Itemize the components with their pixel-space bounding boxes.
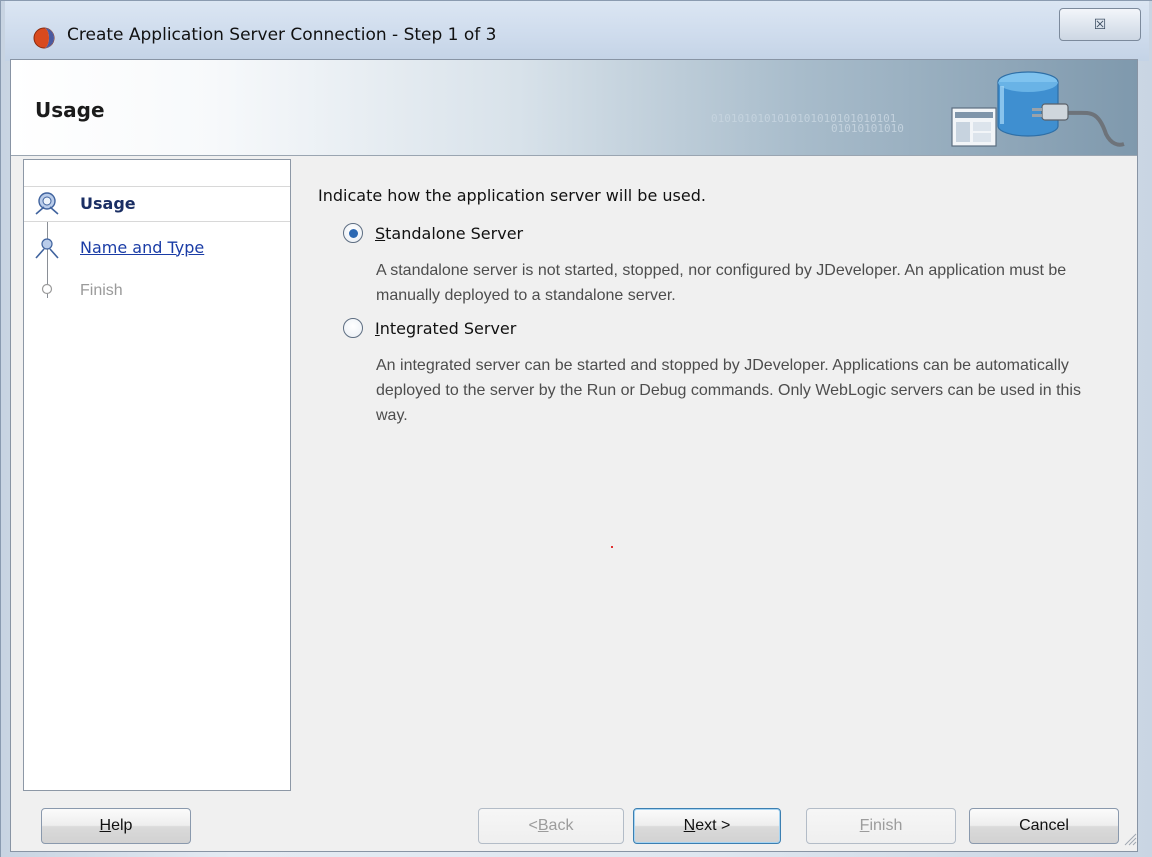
next-button[interactable]: Next >: [633, 808, 781, 844]
dialog-client-area: Usage 0101010101010101010101010101 01010…: [10, 59, 1138, 852]
title-bar[interactable]: Create Application Server Connection - S…: [5, 1, 1149, 61]
integrated-server-option[interactable]: Integrated Server: [343, 318, 516, 338]
nav-item-label: Name and Type: [80, 237, 205, 257]
standalone-server-option[interactable]: Standalone Server: [343, 223, 523, 243]
banner-binary-decoration-2: 01010101010: [831, 122, 904, 135]
standalone-server-label[interactable]: Standalone Server: [375, 224, 523, 243]
window-title: Create Application Server Connection - S…: [67, 25, 497, 45]
integrated-server-radio[interactable]: [343, 318, 363, 338]
wizard-step-navigator: Usage Name and Type Finish: [23, 159, 291, 791]
nav-item-finish: Finish: [34, 274, 290, 308]
standalone-server-description: A standalone server is not started, stop…: [376, 262, 1067, 304]
usage-prompt: Indicate how the application server will…: [318, 186, 706, 205]
close-icon: ☒: [1093, 16, 1107, 32]
wizard-content-panel: Indicate how the application server will…: [291, 159, 1137, 791]
stray-pixel: [611, 546, 613, 548]
nav-item-name-and-type[interactable]: Name and Type: [34, 230, 290, 264]
dialog-window: Create Application Server Connection - S…: [0, 0, 1152, 857]
step-link-icon: [35, 238, 59, 259]
nav-item-label: Finish: [80, 282, 123, 299]
close-button[interactable]: ☒: [1059, 8, 1141, 41]
integrated-server-description: An integrated server can be started and …: [376, 357, 1081, 424]
server-connection-icon: [951, 71, 1125, 147]
radio-selected-dot: [348, 228, 358, 238]
resize-grip-icon[interactable]: [1121, 830, 1137, 846]
back-button: < Back: [478, 808, 624, 844]
finish-button: Finish: [806, 808, 956, 844]
current-step-icon: [35, 192, 59, 215]
nav-item-usage[interactable]: Usage: [24, 186, 290, 222]
step-pending-icon: [41, 283, 53, 295]
header-banner: Usage 0101010101010101010101010101 01010…: [11, 60, 1137, 156]
jdeveloper-app-icon: [33, 27, 55, 49]
cancel-button[interactable]: Cancel: [969, 808, 1119, 844]
help-button[interactable]: Help: [41, 808, 191, 844]
standalone-server-radio[interactable]: [343, 223, 363, 243]
page-title: Usage: [35, 98, 105, 122]
integrated-server-label[interactable]: Integrated Server: [375, 319, 516, 338]
nav-item-label: Usage: [80, 193, 136, 213]
